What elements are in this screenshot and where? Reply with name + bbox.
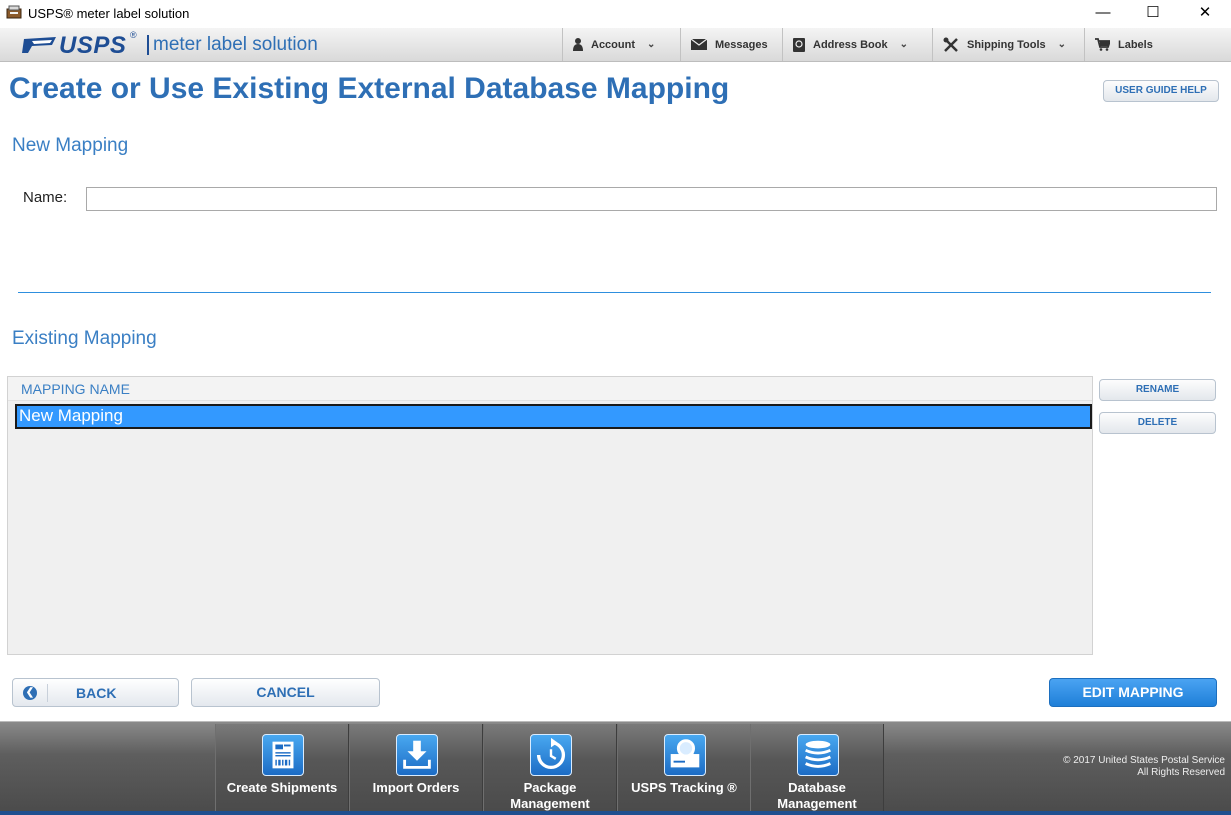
delete-button[interactable]: DELETE [1099, 412, 1216, 434]
nav-messages-label: Messages [715, 38, 768, 51]
app-icon [6, 5, 22, 19]
bottom-toolbar: Create Shipments Import Orders Package M… [0, 721, 1231, 815]
database-icon [797, 734, 839, 776]
tools-icon [943, 37, 958, 52]
back-label: BACK [76, 685, 117, 701]
column-header-mapping-name[interactable]: MAPPING NAME [21, 381, 130, 397]
nav-messages[interactable]: Messages [680, 28, 782, 61]
logo-separator [147, 35, 149, 55]
logo-wordmark: USPS [59, 32, 127, 59]
cart-icon [1095, 38, 1110, 51]
logo-trademark: ® [130, 30, 137, 40]
chevron-down-icon: ⌄ [899, 39, 908, 50]
tile-package-management-label: Package Management [510, 780, 590, 811]
table-row[interactable]: New Mapping [15, 404, 1092, 429]
tile-create-shipments[interactable]: Create Shipments [215, 724, 349, 814]
nav-address-book[interactable]: Address Book ⌄ [782, 28, 932, 61]
arrow-left-icon: ❮ [23, 686, 37, 700]
tile-import-orders-label: Import Orders [372, 780, 460, 795]
nav-labels-label: Labels [1118, 38, 1153, 51]
envelope-icon [691, 39, 707, 50]
tile-usps-tracking-label: USPS Tracking ® [631, 780, 737, 795]
copyright-line-1: © 2017 United States Postal Service [1063, 755, 1225, 766]
nav-labels[interactable]: Labels [1084, 28, 1231, 61]
maximize-button[interactable]: ☐ [1130, 0, 1176, 27]
copyright-line-2: All Rights Reserved [1137, 767, 1225, 778]
nav-account[interactable]: Account ⌄ [562, 28, 680, 61]
nav-shipping-tools-label: Shipping Tools [967, 38, 1046, 51]
window-title: USPS® meter label solution [28, 6, 190, 21]
logo-subtitle: meter label solution [153, 34, 318, 55]
bottom-accent-line [0, 811, 1231, 815]
button-separator [47, 684, 48, 702]
shipment-label-icon [262, 734, 304, 776]
nav-shipping-tools[interactable]: Shipping Tools ⌄ [932, 28, 1084, 61]
new-mapping-heading: New Mapping [12, 135, 129, 156]
tile-usps-tracking[interactable]: USPS Tracking ® [617, 724, 751, 814]
mapping-table: MAPPING NAME New Mapping [7, 376, 1093, 655]
app-header: USPS ® meter label solution Account ⌄ Me… [0, 28, 1231, 62]
existing-mapping-heading: Existing Mapping [12, 328, 157, 349]
person-icon [573, 38, 583, 51]
nav-address-book-label: Address Book [813, 38, 888, 51]
page-title: Create or Use Existing External Database… [9, 72, 730, 105]
eagle-icon [22, 37, 56, 53]
tile-database-management[interactable]: Database Management [750, 724, 884, 814]
tracking-magnifier-icon [664, 734, 706, 776]
tile-create-shipments-label: Create Shipments [226, 780, 338, 795]
rename-button[interactable]: RENAME [1099, 379, 1216, 401]
name-label: Name: [23, 189, 68, 206]
chevron-down-icon: ⌄ [647, 39, 656, 50]
minimize-button[interactable]: — [1080, 0, 1126, 27]
section-divider [18, 292, 1211, 293]
tile-package-management[interactable]: Package Management [483, 724, 617, 814]
tile-database-management-label: Database Management [777, 780, 857, 811]
copyright-text: © 2017 United States Postal Service All … [1063, 755, 1225, 779]
package-refresh-icon [530, 734, 572, 776]
address-book-icon [793, 37, 805, 52]
chevron-down-icon: ⌄ [1057, 39, 1067, 50]
tile-import-orders[interactable]: Import Orders [349, 724, 483, 814]
nav-account-label: Account [591, 38, 635, 51]
edit-mapping-button[interactable]: EDIT MAPPING [1049, 678, 1217, 707]
import-download-icon [396, 734, 438, 776]
mapping-name-input[interactable] [86, 187, 1217, 211]
window-titlebar: USPS® meter label solution — ☐ ✕ [0, 0, 1231, 27]
cancel-button[interactable]: CANCEL [191, 678, 380, 707]
user-guide-help-button[interactable]: USER GUIDE HELP [1103, 80, 1219, 102]
back-button[interactable]: ❮ BACK [12, 678, 179, 707]
table-header: MAPPING NAME [8, 377, 1092, 401]
close-button[interactable]: ✕ [1182, 0, 1228, 27]
